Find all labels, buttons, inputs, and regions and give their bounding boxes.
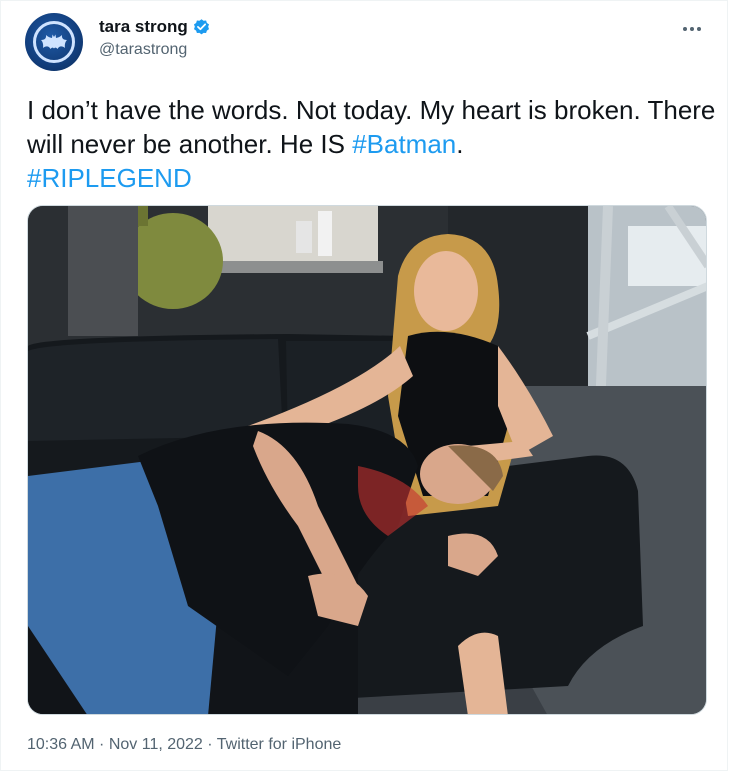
tweet-source[interactable]: Twitter for iPhone <box>217 736 342 753</box>
hashtag-riplegend[interactable]: #RIPLEGEND <box>27 163 192 193</box>
display-name[interactable]: tara strong <box>99 17 188 37</box>
tweet-text: I don’t have the words. Not today. My he… <box>27 93 717 195</box>
tweet-time[interactable]: 10:36 AM <box>27 736 95 753</box>
tweet-meta: 10:36 AM · Nov 11, 2022 · Twitter for iP… <box>27 736 341 754</box>
author-info: tara strong @tarastrong <box>99 17 211 59</box>
tweet-date[interactable]: Nov 11, 2022 <box>109 736 203 753</box>
meta-separator-2: · <box>202 736 217 753</box>
meta-separator: · <box>94 736 109 753</box>
avatar[interactable] <box>25 13 83 71</box>
hashtag-batman[interactable]: #Batman <box>352 129 456 159</box>
verified-badge-icon <box>193 18 209 34</box>
tweet-card: tara strong @tarastrong I don’t have the… <box>0 0 728 771</box>
tweet-photo[interactable] <box>27 205 707 715</box>
batman-logo-icon <box>33 21 75 63</box>
tweet-text-part2: . <box>456 129 464 159</box>
handle[interactable]: @tarastrong <box>99 41 211 59</box>
photo-illustration <box>28 206 706 714</box>
more-options-icon[interactable] <box>679 19 705 39</box>
